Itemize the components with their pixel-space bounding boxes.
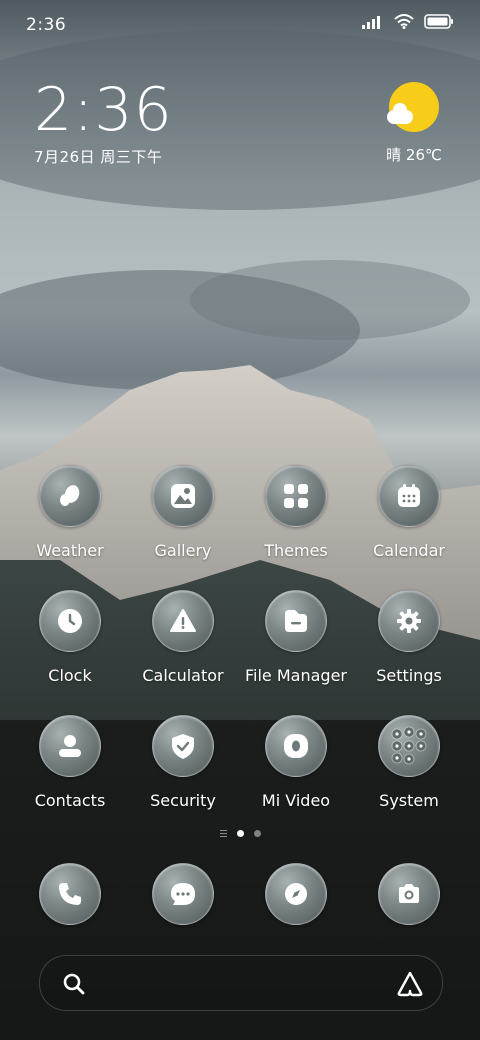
phone-icon — [39, 863, 101, 925]
video-icon — [265, 715, 327, 777]
page-dot — [253, 830, 261, 837]
sun-cloud-icon — [387, 82, 439, 132]
battery-icon — [424, 14, 453, 29]
app-label: Contacts — [34, 791, 106, 810]
weather-icon — [39, 465, 101, 527]
search-icon[interactable] — [62, 972, 86, 996]
assistant-icon[interactable] — [396, 971, 424, 997]
clock-icon — [39, 590, 101, 652]
app-gallery[interactable]: Gallery — [127, 465, 239, 560]
app-label: Settings — [376, 666, 442, 685]
app-label: Weather — [36, 541, 104, 560]
app-label: Mi Video — [261, 791, 331, 810]
app-label: Calculator — [142, 666, 224, 685]
dock-camera[interactable] — [353, 863, 465, 925]
app-themes[interactable]: Themes — [240, 465, 352, 560]
contact-icon — [39, 715, 101, 777]
app-contacts[interactable]: Contacts — [14, 715, 126, 810]
app-calculator[interactable]: Calculator — [127, 590, 239, 685]
gallery-icon — [152, 465, 214, 527]
calculator-icon — [152, 590, 214, 652]
app-label: System — [379, 791, 439, 810]
feed-indicator-icon — [219, 830, 227, 837]
shield-icon — [152, 715, 214, 777]
widget-date: 7月26日 周三下午 — [34, 148, 163, 166]
app-label: Security — [150, 791, 216, 810]
page-dot-active — [236, 830, 244, 837]
folder-icon — [265, 590, 327, 652]
search-bar[interactable] — [39, 955, 443, 1011]
app-label: Themes — [264, 541, 328, 560]
themes-icon — [265, 465, 327, 527]
app-label: Calendar — [373, 541, 445, 560]
folder-grid-icon — [378, 715, 440, 777]
app-mi-video[interactable]: Mi Video — [240, 715, 352, 810]
app-label: Gallery — [154, 541, 212, 560]
app-weather[interactable]: Weather — [14, 465, 126, 560]
compass-icon — [265, 863, 327, 925]
dock-messages[interactable] — [127, 863, 239, 925]
page-indicator[interactable] — [0, 830, 480, 837]
wifi-icon — [394, 14, 414, 29]
app-clock[interactable]: Clock — [14, 590, 126, 685]
app-settings[interactable]: Settings — [353, 590, 465, 685]
status-bar: 2:36 — [0, 0, 480, 48]
widget-time: 2:36 — [34, 75, 173, 145]
calendar-icon — [378, 465, 440, 527]
dock-phone[interactable] — [14, 863, 126, 925]
app-calendar[interactable]: Calendar — [353, 465, 465, 560]
app-system-folder[interactable]: System — [353, 715, 465, 810]
message-icon — [152, 863, 214, 925]
app-label: Clock — [48, 666, 92, 685]
status-time: 2:36 — [26, 15, 67, 35]
app-file-manager[interactable]: File Manager — [240, 590, 352, 685]
dock-browser[interactable] — [240, 863, 352, 925]
clock-widget[interactable]: 2:36 7月26日 周三下午 — [34, 80, 173, 167]
app-label: File Manager — [245, 666, 347, 685]
signal-icon — [362, 15, 380, 29]
weather-text: 晴 26℃ — [386, 146, 442, 164]
app-security[interactable]: Security — [127, 715, 239, 810]
status-icons — [362, 14, 454, 29]
gear-icon — [378, 590, 440, 652]
weather-widget[interactable]: 晴 26℃ — [384, 82, 444, 165]
camera-icon — [378, 863, 440, 925]
